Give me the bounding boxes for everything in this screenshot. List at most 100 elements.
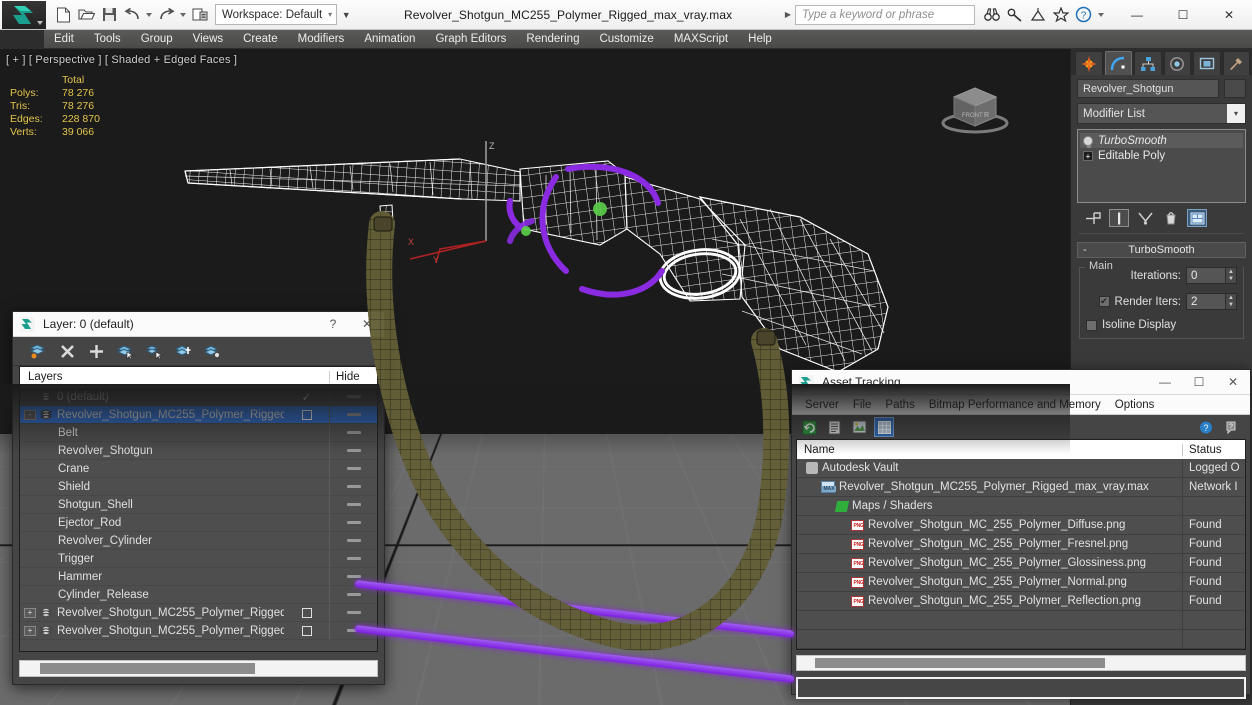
render-iters-row: ✔ Render Iters: 2 ▲ ▼ [1086, 293, 1237, 310]
redo-dropdown-icon[interactable] [180, 12, 186, 17]
menu-item-rendering[interactable]: Rendering [516, 30, 589, 49]
menu-item-modifiers[interactable]: Modifiers [288, 30, 355, 49]
isoline-display-checkbox[interactable] [1086, 319, 1097, 331]
viewport-label[interactable]: [ + ] [ Perspective ] [ Shaded + Edged F… [6, 54, 237, 66]
menu-item-animation[interactable]: Animation [354, 30, 425, 49]
stats-label-tris: Tris: [10, 100, 31, 112]
close-button[interactable]: ✕ [1206, 0, 1252, 30]
asset-toolbar-right: ? ? [1197, 418, 1242, 436]
rollout-collapse-icon[interactable]: - [1083, 244, 1087, 256]
menu-item-tools[interactable]: Tools [84, 30, 131, 49]
modifier-stack-item-turbosmooth[interactable]: TurboSmooth [1080, 133, 1243, 148]
axis-label-x: X [408, 237, 414, 247]
title-bar: Workspace: Default ▾ ▼ Revolver_Shotgun_… [0, 0, 1252, 30]
configure-modifier-sets-icon[interactable] [1187, 209, 1207, 227]
hierarchy-tab[interactable] [1134, 51, 1162, 75]
redo-icon[interactable] [155, 4, 177, 26]
asset-minimize-button[interactable]: — [1148, 370, 1182, 395]
filename-dropdown-icon[interactable]: ▶ [781, 10, 795, 19]
context-help-icon[interactable]: ? [1224, 418, 1242, 436]
group-title: Main [1085, 260, 1117, 272]
workspace-expand-icon[interactable]: ▼ [337, 4, 355, 25]
window-controls: — ☐ ✕ [1114, 0, 1252, 30]
stats-label-polys: Polys: [10, 87, 39, 99]
search-input[interactable]: Type a keyword or phrase [795, 4, 975, 25]
menu-item-edit[interactable]: Edit [44, 30, 84, 49]
iterations-label: Iterations: [1130, 269, 1182, 282]
key-icon[interactable] [1004, 4, 1025, 25]
modifier-stack-toolbar [1071, 203, 1252, 227]
render-iters-spinner[interactable]: 2 ▲ ▼ [1186, 293, 1237, 310]
spinner-arrows-icon[interactable]: ▲ ▼ [1226, 293, 1237, 310]
minimize-button[interactable]: — [1114, 0, 1160, 30]
utilities-tab[interactable] [1222, 51, 1250, 75]
chevron-down-icon[interactable]: ▾ [1227, 104, 1245, 123]
new-file-icon[interactable] [52, 4, 74, 26]
stats-value-verts: 39 066 [62, 126, 95, 138]
viewcube-front-label: FRONT [962, 113, 983, 119]
asset-menu-options[interactable]: Options [1108, 395, 1162, 415]
menu-item-create[interactable]: Create [233, 30, 288, 49]
open-file-icon[interactable] [75, 4, 97, 26]
make-unique-icon[interactable] [1135, 209, 1155, 227]
axis-label-z: Z [489, 141, 495, 151]
menu-item-help[interactable]: Help [738, 30, 782, 49]
binoculars-icon[interactable] [981, 4, 1002, 25]
rollout-header[interactable]: - TurboSmooth [1077, 242, 1246, 258]
quick-access-toolbar [52, 4, 211, 26]
maximize-button[interactable]: ☐ [1160, 0, 1206, 30]
app-logo-icon[interactable] [2, 0, 46, 29]
modifier-list-dropdown[interactable]: Modifier List ▾ [1077, 103, 1246, 124]
menu-bar: Edit Tools Group Views Create Modifiers … [0, 29, 1252, 49]
expand-plus-icon[interactable]: + [1083, 150, 1093, 161]
pin-stack-icon[interactable] [1083, 209, 1103, 227]
motion-tab[interactable] [1163, 51, 1191, 75]
title-tool-icons: ? [981, 4, 1106, 25]
modify-tab[interactable] [1104, 51, 1132, 75]
create-tab[interactable] [1075, 51, 1103, 75]
document-filename: Revolver_Shotgun_MC255_Polymer_Rigged_ma… [403, 7, 733, 22]
iterations-spinner[interactable]: 0 ▲ ▼ [1186, 267, 1237, 284]
asset-column-status[interactable]: Status [1183, 444, 1245, 456]
help-dropdown-icon[interactable] [1098, 12, 1104, 17]
stats-value-polys: 78 276 [62, 87, 95, 99]
asset-close-button[interactable]: ✕ [1216, 370, 1250, 395]
workspace-selector[interactable]: Workspace: Default ▾ [215, 4, 338, 25]
asset-status: Found [1189, 519, 1222, 531]
object-name-field[interactable]: Revolver_Shotgun [1077, 79, 1219, 98]
viewcube-right-label: R [984, 112, 989, 119]
logo-caret-icon[interactable] [37, 20, 43, 25]
menu-item-customize[interactable]: Customize [589, 30, 663, 49]
svg-text:?: ? [1203, 423, 1208, 433]
spinner-arrows-icon[interactable]: ▲ ▼ [1226, 267, 1237, 284]
iterations-value[interactable]: 0 [1186, 267, 1226, 284]
asset-status: Found [1189, 538, 1222, 550]
help-icon[interactable]: ? [1073, 4, 1094, 25]
undo-dropdown-icon[interactable] [146, 12, 152, 17]
asset-status: Found [1189, 595, 1222, 607]
object-color-swatch[interactable] [1224, 79, 1246, 98]
weapon-wireframe-model [184, 158, 889, 651]
menu-item-group[interactable]: Group [131, 30, 183, 49]
remove-modifier-icon[interactable] [1161, 209, 1181, 227]
display-tab[interactable] [1193, 51, 1221, 75]
asset-maximize-button[interactable]: ☐ [1182, 370, 1216, 395]
menu-item-maxscript[interactable]: MAXScript [664, 30, 738, 49]
menu-item-graph-editors[interactable]: Graph Editors [425, 30, 516, 49]
help-question-icon[interactable]: ? [1197, 418, 1215, 436]
menu-item-views[interactable]: Views [183, 30, 233, 49]
star-icon[interactable] [1050, 4, 1071, 25]
modifier-stack-item-editable-poly[interactable]: + Editable Poly [1080, 148, 1243, 163]
satellite-icon[interactable] [1027, 4, 1048, 25]
project-folder-icon[interactable] [189, 4, 211, 26]
view-cube[interactable]: FRONT R [932, 77, 1018, 139]
lightbulb-icon[interactable] [1083, 135, 1093, 148]
undo-icon[interactable] [121, 4, 143, 26]
modifier-stack[interactable]: TurboSmooth + Editable Poly [1077, 129, 1246, 203]
show-end-result-icon[interactable] [1109, 209, 1129, 227]
render-iters-checkbox[interactable]: ✔ [1098, 296, 1110, 307]
workspace-caret-icon[interactable]: ▾ [322, 10, 332, 19]
perspective-viewport[interactable]: Z X Y FRONT R [ + ] [ Perspective ] [ Sh… [0, 49, 1070, 705]
render-iters-value[interactable]: 2 [1186, 293, 1226, 310]
save-file-icon[interactable] [98, 4, 120, 26]
